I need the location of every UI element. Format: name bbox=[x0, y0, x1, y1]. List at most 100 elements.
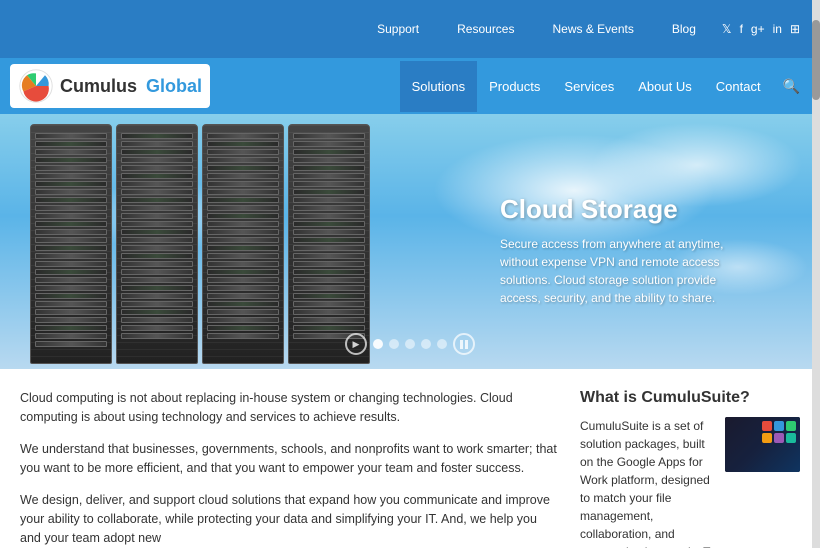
rack-unit bbox=[35, 317, 107, 323]
rack-unit bbox=[121, 301, 193, 307]
nav-services[interactable]: Services bbox=[552, 61, 626, 112]
nav-solutions[interactable]: Solutions bbox=[400, 61, 477, 112]
search-icon[interactable]: 🔍 bbox=[773, 60, 810, 113]
top-news-link[interactable]: News & Events bbox=[540, 4, 645, 54]
rack-unit bbox=[207, 237, 279, 243]
rack-unit bbox=[293, 245, 365, 251]
rack-unit bbox=[35, 333, 107, 339]
rack-unit bbox=[293, 197, 365, 203]
app-icon-5 bbox=[774, 433, 784, 443]
rack-unit bbox=[121, 181, 193, 187]
rack-unit bbox=[121, 229, 193, 235]
scrollbar-thumb[interactable] bbox=[812, 20, 820, 100]
rack-unit bbox=[207, 173, 279, 179]
slider-dot-5[interactable] bbox=[437, 339, 447, 349]
nav-about[interactable]: About Us bbox=[626, 61, 703, 112]
rack-unit bbox=[121, 317, 193, 323]
rack-unit bbox=[121, 213, 193, 219]
rack-unit bbox=[35, 269, 107, 275]
slider-dot-4[interactable] bbox=[421, 339, 431, 349]
page-scrollbar[interactable] bbox=[812, 0, 820, 548]
top-resources-link[interactable]: Resources bbox=[445, 4, 526, 54]
app-icon-6 bbox=[786, 433, 796, 443]
rack-unit bbox=[207, 213, 279, 219]
rack-unit bbox=[35, 205, 107, 211]
rack-unit bbox=[293, 325, 365, 331]
rack-unit bbox=[207, 253, 279, 259]
rack-unit bbox=[35, 341, 107, 347]
rack-unit bbox=[293, 149, 365, 155]
sidebar-image-icons bbox=[762, 421, 796, 443]
rack-unit bbox=[121, 165, 193, 171]
social-icons: 𝕏 f g+ in ⊞ bbox=[722, 22, 800, 36]
slider-play-button[interactable]: ▶ bbox=[345, 333, 367, 355]
app-icon-4 bbox=[762, 433, 772, 443]
rack-unit bbox=[35, 301, 107, 307]
rack-unit bbox=[293, 317, 365, 323]
rack-unit bbox=[121, 293, 193, 299]
rss-icon[interactable]: ⊞ bbox=[790, 22, 800, 36]
rack-unit bbox=[35, 165, 107, 171]
rack-unit bbox=[121, 261, 193, 267]
rack-unit bbox=[35, 293, 107, 299]
rack-1 bbox=[30, 124, 112, 364]
rack-unit bbox=[35, 157, 107, 163]
rack-unit bbox=[207, 141, 279, 147]
pause-bar-left bbox=[460, 340, 463, 349]
nav-products[interactable]: Products bbox=[477, 61, 552, 112]
rack-unit bbox=[121, 325, 193, 331]
rack-unit bbox=[207, 317, 279, 323]
slider-controls: ▶ bbox=[345, 333, 475, 355]
logo-area: Cumulus Global bbox=[10, 64, 210, 108]
logo-global: Global bbox=[146, 76, 202, 96]
rack-unit bbox=[121, 245, 193, 251]
rack-unit bbox=[207, 221, 279, 227]
rack-unit bbox=[293, 205, 365, 211]
hero-title: Cloud Storage bbox=[500, 194, 760, 225]
rack-unit bbox=[207, 165, 279, 171]
rack-unit bbox=[121, 221, 193, 227]
logo-cumulus: Cumulus bbox=[60, 76, 137, 96]
rack-unit bbox=[121, 133, 193, 139]
logo-icon bbox=[18, 68, 54, 104]
rack-unit bbox=[121, 141, 193, 147]
paragraph-3: We design, deliver, and support cloud so… bbox=[20, 491, 560, 548]
rack-unit bbox=[35, 197, 107, 203]
hero-content: Cloud Storage Secure access from anywher… bbox=[500, 194, 760, 307]
twitter-icon[interactable]: 𝕏 bbox=[722, 22, 732, 36]
rack-unit bbox=[35, 173, 107, 179]
rack-unit bbox=[35, 213, 107, 219]
rack-unit bbox=[35, 277, 107, 283]
nav-contact[interactable]: Contact bbox=[704, 61, 773, 112]
linkedin-icon[interactable]: in bbox=[773, 22, 782, 36]
hero-description: Secure access from anywhere at anytime, … bbox=[500, 235, 760, 307]
rack-unit bbox=[121, 253, 193, 259]
rack-unit bbox=[207, 149, 279, 155]
rack-unit bbox=[121, 269, 193, 275]
rack-unit bbox=[35, 181, 107, 187]
rack-unit bbox=[121, 205, 193, 211]
rack-unit bbox=[293, 229, 365, 235]
rack-unit bbox=[293, 277, 365, 283]
top-support-link[interactable]: Support bbox=[365, 4, 431, 54]
slider-dot-1[interactable] bbox=[373, 339, 383, 349]
rack-unit bbox=[35, 245, 107, 251]
rack-unit bbox=[35, 133, 107, 139]
slider-dot-3[interactable] bbox=[405, 339, 415, 349]
rack-unit bbox=[207, 293, 279, 299]
rack-unit bbox=[121, 309, 193, 315]
rack-unit bbox=[35, 229, 107, 235]
rack-unit bbox=[293, 261, 365, 267]
logo-text: Cumulus Global bbox=[60, 76, 202, 97]
facebook-icon[interactable]: f bbox=[740, 22, 743, 36]
rack-unit bbox=[293, 293, 365, 299]
slider-dot-2[interactable] bbox=[389, 339, 399, 349]
rack-unit bbox=[207, 269, 279, 275]
rack-unit bbox=[35, 221, 107, 227]
googleplus-icon[interactable]: g+ bbox=[751, 22, 765, 36]
rack-unit bbox=[293, 141, 365, 147]
slider-pause-button[interactable] bbox=[453, 333, 475, 355]
sidebar-image bbox=[725, 417, 800, 472]
top-blog-link[interactable]: Blog bbox=[660, 4, 708, 54]
app-icon-1 bbox=[762, 421, 772, 431]
